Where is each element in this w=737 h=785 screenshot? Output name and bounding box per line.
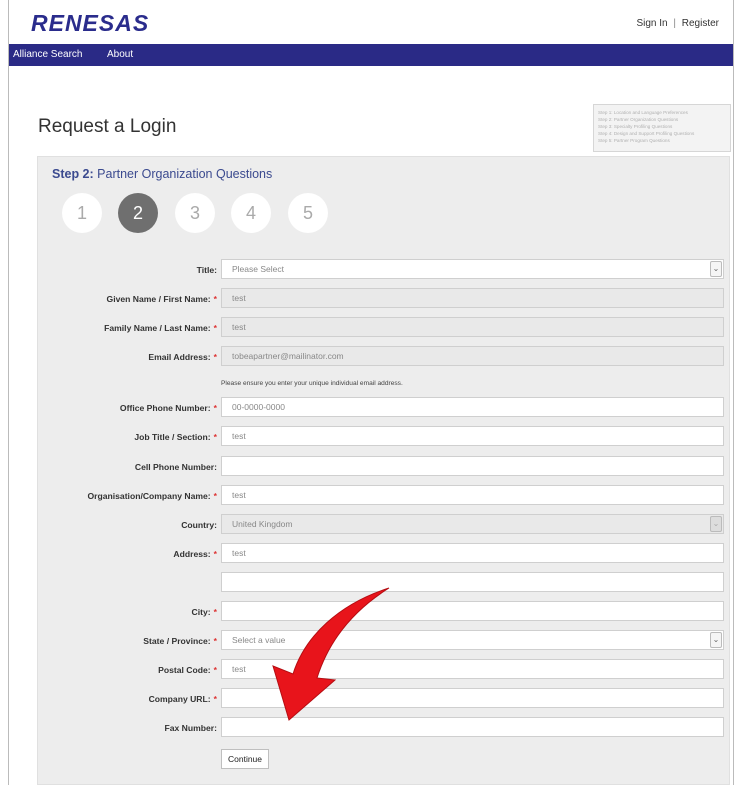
company-label: Organisation/Company Name: *: [87, 491, 217, 501]
cell-phone-label: Cell Phone Number:: [134, 462, 217, 472]
steps-summary-box: Step 1: Location and Language Preference…: [593, 104, 731, 152]
auth-separator: |: [673, 18, 676, 29]
steps-summary-item: Step 2: Partner Organization Questions: [598, 117, 679, 122]
step-circle-4[interactable]: 4: [231, 193, 271, 233]
nav-about[interactable]: About: [107, 49, 133, 60]
family-name-label: Family Name / Last Name: *: [104, 323, 217, 333]
address-label: Address: *: [173, 549, 217, 559]
required-mark: *: [213, 607, 217, 617]
browser-frame: RENESAS Sign In | Register Alliance Sear…: [8, 0, 734, 785]
state-label: State / Province: *: [143, 636, 217, 646]
title-select-value: Please Select: [232, 264, 284, 274]
step-circle-2[interactable]: 2: [118, 193, 158, 233]
country-select-value: United Kingdom: [232, 519, 293, 529]
required-mark: *: [213, 636, 217, 646]
register-link[interactable]: Register: [682, 18, 719, 29]
required-mark: *: [213, 323, 217, 333]
title-label: Title:: [196, 265, 217, 275]
step-circle-1[interactable]: 1: [62, 193, 102, 233]
address-line-1-field[interactable]: test: [221, 543, 724, 563]
job-title-label: Job Title / Section: *: [134, 432, 217, 442]
steps-summary-item: Step 5: Partner Program Questions: [598, 138, 670, 143]
given-name-label: Given Name / First Name: *: [106, 294, 217, 304]
renesas-logo[interactable]: RENESAS: [31, 10, 149, 37]
steps-summary-item: Step 1: Location and Language Preference…: [598, 110, 688, 115]
auth-links: Sign In | Register: [636, 18, 719, 29]
cell-phone-field[interactable]: [221, 456, 724, 476]
email-field[interactable]: tobeapartner@mailinator.com: [221, 346, 724, 366]
step-circle-5[interactable]: 5: [288, 193, 328, 233]
family-name-field[interactable]: test: [221, 317, 724, 337]
company-url-label: Company URL: *: [148, 694, 217, 704]
office-phone-field[interactable]: 00-0000-0000: [221, 397, 724, 417]
nav-alliance-search[interactable]: Alliance Search: [13, 49, 82, 60]
required-mark: *: [213, 665, 217, 675]
required-mark: *: [213, 549, 217, 559]
job-title-field[interactable]: test: [221, 426, 724, 446]
fax-label: Fax Number:: [164, 723, 217, 733]
step-prefix: Step 2:: [52, 167, 94, 181]
title-select[interactable]: Please Select ⌄: [221, 259, 724, 279]
required-mark: *: [213, 432, 217, 442]
step-name: Partner Organization Questions: [97, 167, 273, 181]
country-label: Country:: [181, 520, 217, 530]
chevron-down-icon: ⌄: [710, 632, 722, 648]
continue-button[interactable]: Continue: [221, 749, 269, 769]
office-phone-label: Office Phone Number: *: [119, 403, 217, 413]
required-mark: *: [213, 403, 217, 413]
sign-in-link[interactable]: Sign In: [636, 18, 667, 29]
site-header: RENESAS Sign In | Register: [9, 0, 733, 44]
main-nav: Alliance Search About: [9, 44, 733, 66]
page-title: Request a Login: [38, 116, 177, 137]
required-mark: *: [213, 694, 217, 704]
step-heading: Step 2: Partner Organization Questions: [52, 167, 272, 181]
company-field[interactable]: test: [221, 485, 724, 505]
country-select[interactable]: United Kingdom ⌄: [221, 514, 724, 534]
email-label: Email Address: *: [148, 352, 217, 362]
chevron-down-icon: ⌄: [710, 516, 722, 532]
postal-code-label: Postal Code: *: [158, 665, 217, 675]
step-circle-3[interactable]: 3: [175, 193, 215, 233]
chevron-down-icon: ⌄: [710, 261, 722, 277]
email-hint: Please ensure you enter your unique indi…: [221, 380, 403, 387]
steps-summary-item: Step 3: Specialty Profiling Questions: [598, 124, 673, 129]
given-name-field[interactable]: test: [221, 288, 724, 308]
required-mark: *: [213, 352, 217, 362]
required-mark: *: [213, 491, 217, 501]
city-label: City: *: [191, 607, 217, 617]
red-arrow-annotation-icon: [272, 587, 390, 721]
required-mark: *: [213, 294, 217, 304]
steps-summary-item: Step 4: Design and Support Profiling Que…: [598, 131, 695, 136]
red-arrow-icon: [272, 587, 390, 721]
